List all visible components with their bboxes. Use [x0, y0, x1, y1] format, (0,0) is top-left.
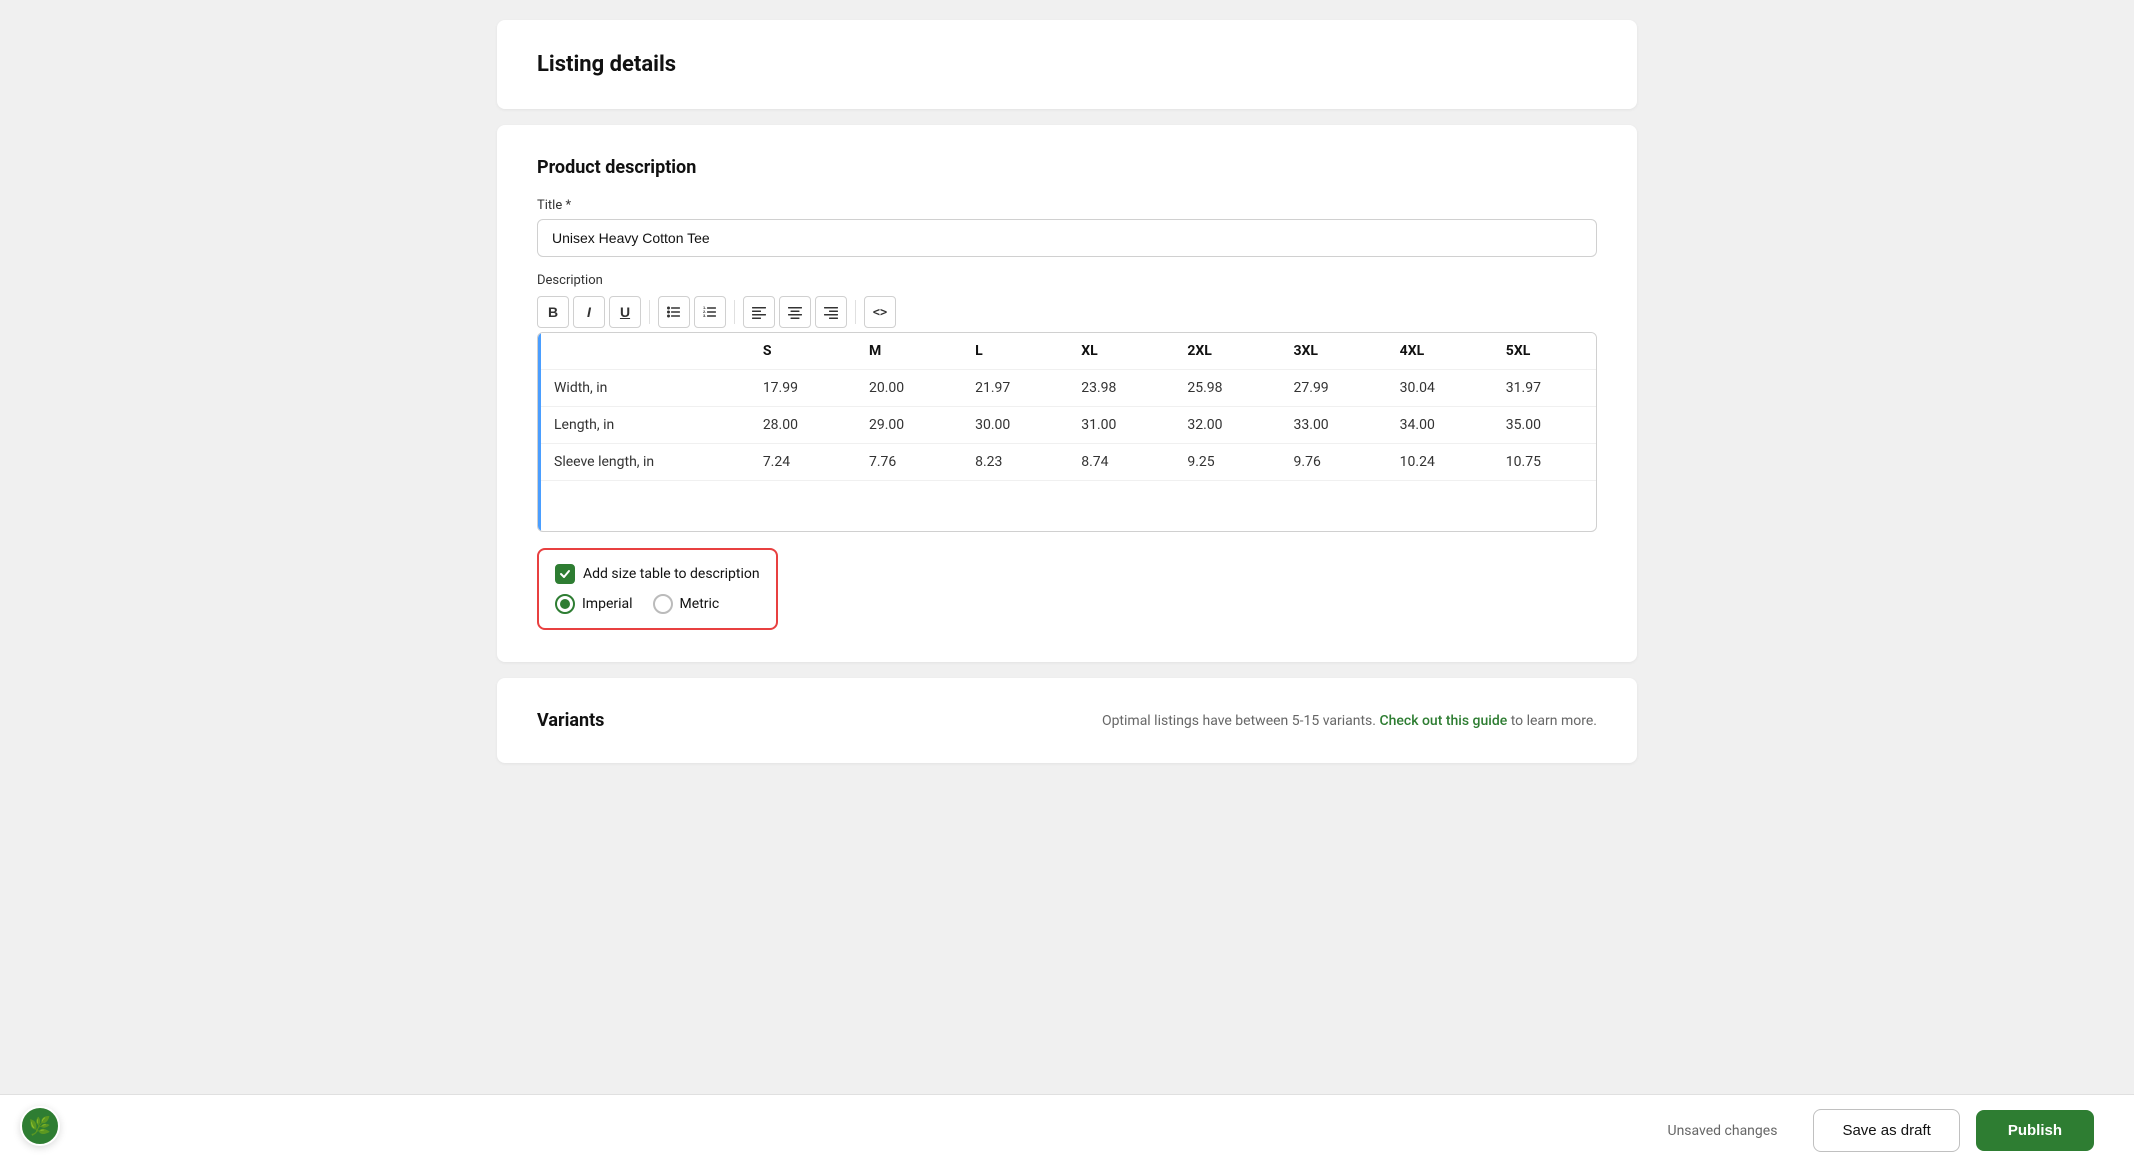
page-wrapper: Listing details Product description Titl… [0, 0, 2134, 1166]
save-draft-button[interactable]: Save as draft [1813, 1109, 1959, 1152]
align-center-icon [788, 305, 802, 319]
row-cell: 29.00 [853, 407, 959, 444]
underline-button[interactable]: U [609, 296, 641, 328]
avatar[interactable]: 🌿 [20, 1106, 60, 1146]
align-center-button[interactable] [779, 296, 811, 328]
metric-label: Metric [680, 596, 720, 612]
row-cell: 30.00 [959, 407, 1065, 444]
variants-hint: Optimal listings have between 5-15 varia… [1102, 713, 1597, 729]
bold-button[interactable]: B [537, 296, 569, 328]
row-cell: 7.76 [853, 444, 959, 481]
row-cell: 9.25 [1171, 444, 1277, 481]
radio-row: Imperial Metric [555, 594, 760, 614]
description-editor[interactable]: S M L XL 2XL 3XL 4XL 5XL Width, in1 [537, 332, 1597, 532]
row-cell: 17.99 [747, 370, 853, 407]
main-content: Listing details Product description Titl… [477, 0, 1657, 799]
row-cell: 7.24 [747, 444, 853, 481]
row-cell: 8.74 [1065, 444, 1171, 481]
variants-guide-link[interactable]: Check out this guide [1379, 713, 1507, 729]
toolbar-divider-2 [734, 300, 735, 324]
row-cell: 23.98 [1065, 370, 1171, 407]
unsaved-label: Unsaved changes [1668, 1123, 1778, 1139]
title-field-group: Title * [537, 198, 1597, 257]
listing-details-card: Listing details [497, 20, 1637, 109]
row-cell: 28.00 [747, 407, 853, 444]
imperial-label: Imperial [582, 596, 633, 612]
row-cell: 21.97 [959, 370, 1065, 407]
table-row: Sleeve length, in7.247.768.238.749.259.7… [538, 444, 1596, 481]
table-header-m: M [853, 333, 959, 370]
publish-button[interactable]: Publish [1976, 1110, 2094, 1151]
table-header-2xl: 2XL [1171, 333, 1277, 370]
table-header-empty [538, 333, 747, 370]
row-cell: 25.98 [1171, 370, 1277, 407]
row-label: Width, in [538, 370, 747, 407]
avatar-icon: 🌿 [29, 1116, 51, 1137]
table-header-4xl: 4XL [1384, 333, 1490, 370]
table-header-row: S M L XL 2XL 3XL 4XL 5XL [538, 333, 1596, 370]
align-right-icon [824, 305, 838, 319]
row-cell: 30.04 [1384, 370, 1490, 407]
table-row: Length, in28.0029.0030.0031.0032.0033.00… [538, 407, 1596, 444]
table-header-s: S [747, 333, 853, 370]
unordered-list-icon [667, 305, 681, 319]
variants-hint-text: Optimal listings have between 5-15 varia… [1102, 713, 1376, 729]
row-cell: 9.76 [1278, 444, 1384, 481]
italic-button[interactable]: I [573, 296, 605, 328]
bottom-bar: Unsaved changes Save as draft Publish [0, 1094, 2134, 1166]
metric-option[interactable]: Metric [653, 594, 720, 614]
ordered-list-icon: 1.2.3. [703, 305, 717, 319]
align-left-icon [752, 305, 766, 319]
table-header-5xl: 5XL [1490, 333, 1596, 370]
toolbar-divider-3 [855, 300, 856, 324]
imperial-radio-inner [560, 599, 570, 609]
add-size-table-label: Add size table to description [583, 566, 760, 582]
table-row: Width, in17.9920.0021.9723.9825.9827.993… [538, 370, 1596, 407]
ordered-list-button[interactable]: 1.2.3. [694, 296, 726, 328]
product-description-card: Product description Title * Description … [497, 125, 1637, 662]
product-description-title: Product description [537, 157, 1597, 178]
editor-toolbar: B I U 1.2.3. [537, 296, 1597, 328]
metric-radio[interactable] [653, 594, 673, 614]
page-title: Listing details [537, 52, 1597, 77]
svg-text:3.: 3. [703, 313, 706, 318]
variants-title: Variants [537, 710, 604, 731]
table-header-l: L [959, 333, 1065, 370]
editor-scroll[interactable]: S M L XL 2XL 3XL 4XL 5XL Width, in1 [538, 333, 1596, 481]
row-cell: 10.24 [1384, 444, 1490, 481]
add-size-table-checkbox[interactable] [555, 564, 575, 584]
row-cell: 34.00 [1384, 407, 1490, 444]
row-cell: 31.00 [1065, 407, 1171, 444]
row-cell: 8.23 [959, 444, 1065, 481]
row-cell: 33.00 [1278, 407, 1384, 444]
checkbox-row: Add size table to description [555, 564, 760, 584]
imperial-option[interactable]: Imperial [555, 594, 633, 614]
row-cell: 35.00 [1490, 407, 1596, 444]
variants-card: Variants Optimal listings have between 5… [497, 678, 1637, 763]
description-label: Description [537, 273, 1597, 288]
row-cell: 20.00 [853, 370, 959, 407]
unordered-list-button[interactable] [658, 296, 690, 328]
align-right-button[interactable] [815, 296, 847, 328]
toolbar-divider-1 [649, 300, 650, 324]
row-label: Sleeve length, in [538, 444, 747, 481]
title-label: Title * [537, 198, 1597, 213]
row-cell: 10.75 [1490, 444, 1596, 481]
row-cell: 31.97 [1490, 370, 1596, 407]
title-input[interactable] [537, 219, 1597, 257]
table-header-3xl: 3XL [1278, 333, 1384, 370]
row-label: Length, in [538, 407, 747, 444]
table-header-xl: XL [1065, 333, 1171, 370]
variants-header: Variants Optimal listings have between 5… [537, 710, 1597, 731]
imperial-radio[interactable] [555, 594, 575, 614]
variants-hint-suffix: to learn more. [1511, 713, 1597, 729]
align-left-button[interactable] [743, 296, 775, 328]
row-cell: 27.99 [1278, 370, 1384, 407]
size-table: S M L XL 2XL 3XL 4XL 5XL Width, in1 [538, 333, 1596, 481]
code-button[interactable]: <> [864, 296, 896, 328]
row-cell: 32.00 [1171, 407, 1277, 444]
checkmark-icon [559, 568, 571, 580]
size-table-toggle-box: Add size table to description Imperial M… [537, 548, 778, 630]
